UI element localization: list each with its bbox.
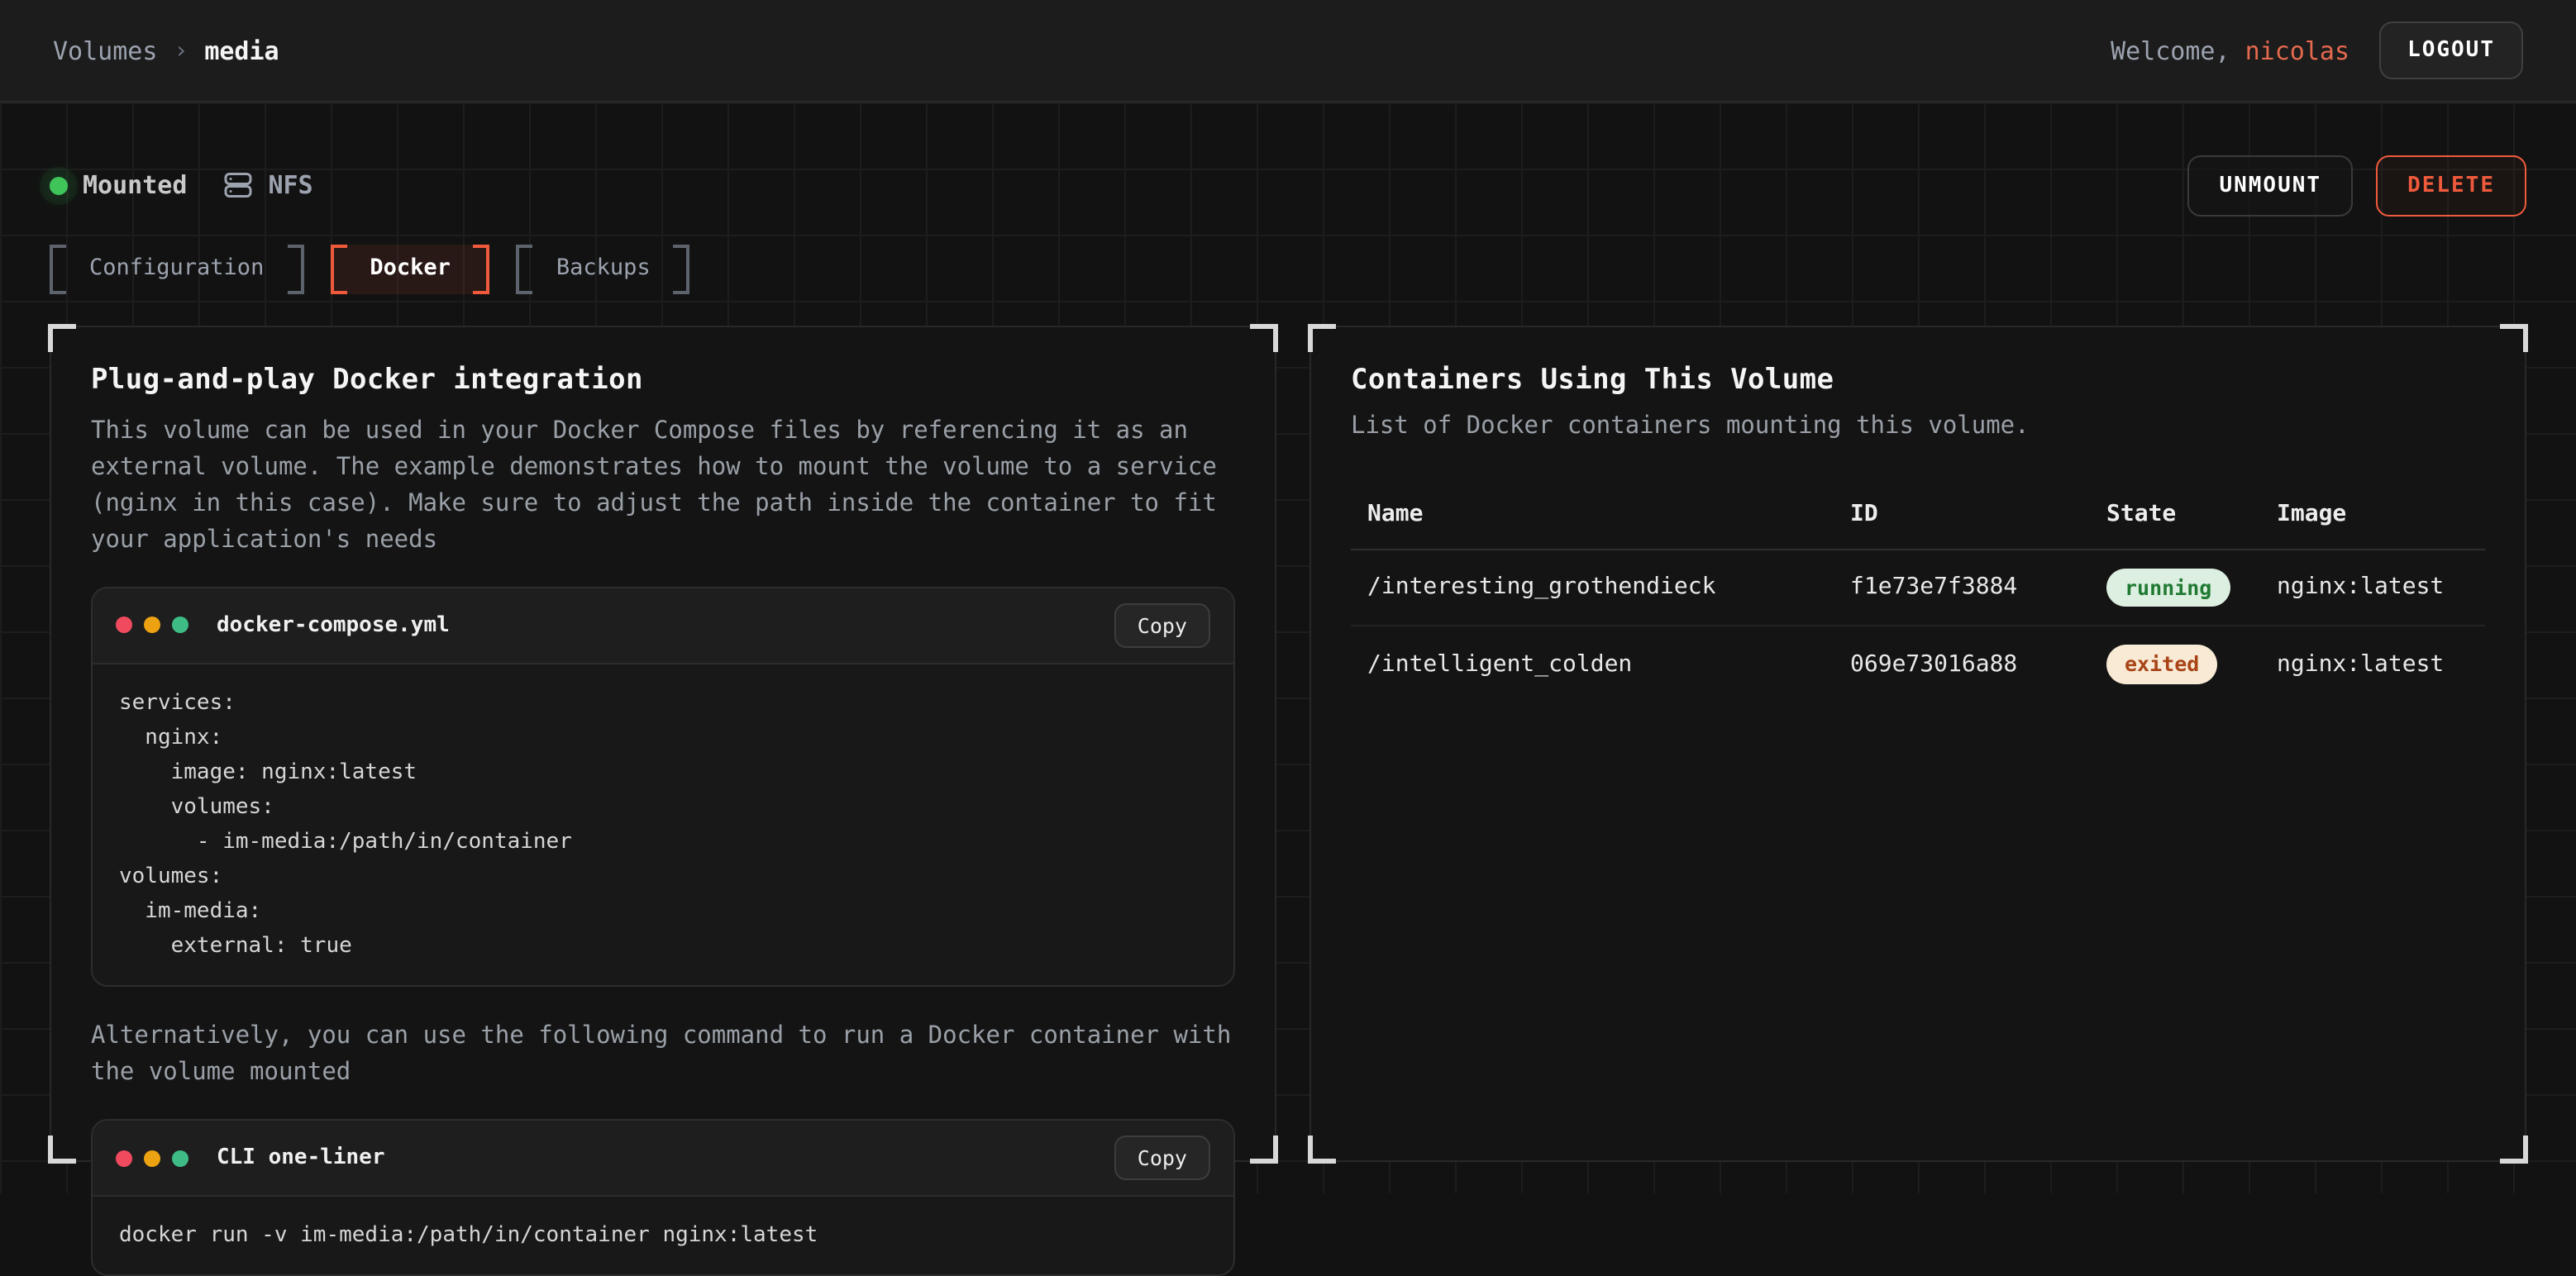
tab-backups[interactable]: Backups xyxy=(517,245,690,293)
window-controls xyxy=(116,1150,188,1166)
compose-copy-button[interactable]: Copy xyxy=(1114,602,1210,647)
container-name: /intelligent_colden xyxy=(1351,626,1834,702)
cli-title: CLI one-liner xyxy=(217,1145,385,1170)
corner-bracket-icon xyxy=(1250,323,1278,351)
main-content: Mounted NFS UNMOUNT DELET xyxy=(0,102,2576,1193)
corner-bracket-icon xyxy=(1308,1135,1336,1163)
tab-docker[interactable]: Docker xyxy=(330,245,490,293)
table-header-row: Name ID State Image xyxy=(1351,483,2485,549)
breadcrumb-current-volume: media xyxy=(204,36,279,65)
corner-bracket-icon xyxy=(2500,1135,2528,1163)
cli-code-block: CLI one-liner Copy docker run -v im-medi… xyxy=(91,1119,1235,1276)
compose-code[interactable]: services: nginx: image: nginx:latest vol… xyxy=(93,664,1233,985)
window-controls xyxy=(116,617,188,633)
corner-bracket-icon xyxy=(1250,1135,1278,1163)
yellow-dot-icon xyxy=(144,617,160,633)
containers-panel: Containers Using This Volume List of Doc… xyxy=(1309,325,2526,1161)
corner-bracket-icon xyxy=(1308,323,1336,351)
containers-panel-title: Containers Using This Volume xyxy=(1351,363,2485,396)
username: nicolas xyxy=(2245,36,2349,65)
compose-code-header: docker-compose.yml Copy xyxy=(93,588,1233,664)
chevron-right-icon: › xyxy=(174,37,188,64)
welcome-prefix: Welcome, xyxy=(2111,36,2245,65)
app-root: Volumes › media Welcome, nicolas LOGOUT … xyxy=(0,0,2576,1193)
container-name: /interesting_grothendieck xyxy=(1351,549,1834,626)
top-bar-right: Welcome, nicolas LOGOUT xyxy=(2111,21,2523,79)
logout-button[interactable]: LOGOUT xyxy=(2379,21,2523,79)
red-dot-icon xyxy=(116,1150,132,1166)
column-header-state: State xyxy=(2090,483,2260,549)
green-dot-icon xyxy=(172,617,188,633)
breadcrumb: Volumes › media xyxy=(53,36,279,65)
table-row: /intelligent_colden 069e73016a88 exited … xyxy=(1351,626,2485,702)
containers-panel-subtitle: List of Docker containers mounting this … xyxy=(1351,412,2485,439)
container-image: nginx:latest xyxy=(2260,549,2485,626)
compose-filename: docker-compose.yml xyxy=(217,612,450,637)
cli-code[interactable]: docker run -v im-media:/path/in/containe… xyxy=(93,1197,1233,1274)
state-badge: exited xyxy=(2106,645,2217,683)
corner-bracket-icon xyxy=(48,323,76,351)
yellow-dot-icon xyxy=(144,1150,160,1166)
delete-button[interactable]: DELETE xyxy=(2376,155,2526,216)
container-image: nginx:latest xyxy=(2260,626,2485,702)
docker-panel-description: This volume can be used in your Docker C… xyxy=(91,412,1235,558)
container-id: 069e73016a88 xyxy=(1834,626,2090,702)
compose-code-block: docker-compose.yml Copy services: nginx:… xyxy=(91,586,1235,987)
corner-bracket-icon xyxy=(2500,323,2528,351)
volume-status-group: Mounted NFS xyxy=(50,170,313,200)
mounted-status-dot-icon xyxy=(50,176,68,194)
containers-table: Name ID State Image /interesting_grothen… xyxy=(1351,483,2485,702)
server-icon xyxy=(223,170,253,200)
top-bar: Volumes › media Welcome, nicolas LOGOUT xyxy=(0,0,2576,102)
welcome-text: Welcome, nicolas xyxy=(2111,36,2349,65)
state-badge: running xyxy=(2106,568,2230,607)
unmount-button[interactable]: UNMOUNT xyxy=(2187,155,2353,216)
breadcrumb-volumes[interactable]: Volumes xyxy=(53,36,157,65)
cli-code-header: CLI one-liner Copy xyxy=(93,1121,1233,1197)
corner-bracket-icon xyxy=(48,1135,76,1163)
column-header-image: Image xyxy=(2260,483,2485,549)
table-row: /interesting_grothendieck f1e73e7f3884 r… xyxy=(1351,549,2485,626)
red-dot-icon xyxy=(116,617,132,633)
container-id: f1e73e7f3884 xyxy=(1834,549,2090,626)
cli-description: Alternatively, you can use the following… xyxy=(91,1018,1235,1091)
driver-status: NFS xyxy=(223,170,312,200)
panels-grid: Plug-and-play Docker integration This vo… xyxy=(50,325,2526,1161)
docker-panel-title: Plug-and-play Docker integration xyxy=(91,363,1235,396)
mount-status-label: Mounted xyxy=(83,170,187,200)
tab-bar: Configuration Docker Backups xyxy=(50,245,2526,293)
docker-integration-panel: Plug-and-play Docker integration This vo… xyxy=(50,325,1276,1161)
column-header-name: Name xyxy=(1351,483,1834,549)
status-row: Mounted NFS UNMOUNT DELET xyxy=(50,155,2526,215)
cli-copy-button[interactable]: Copy xyxy=(1114,1136,1210,1180)
tab-configuration[interactable]: Configuration xyxy=(50,245,303,293)
green-dot-icon xyxy=(172,1150,188,1166)
volume-actions: UNMOUNT DELETE xyxy=(2187,155,2526,216)
column-header-id: ID xyxy=(1834,483,2090,549)
mount-status: Mounted xyxy=(50,170,187,200)
driver-label: NFS xyxy=(268,170,312,200)
